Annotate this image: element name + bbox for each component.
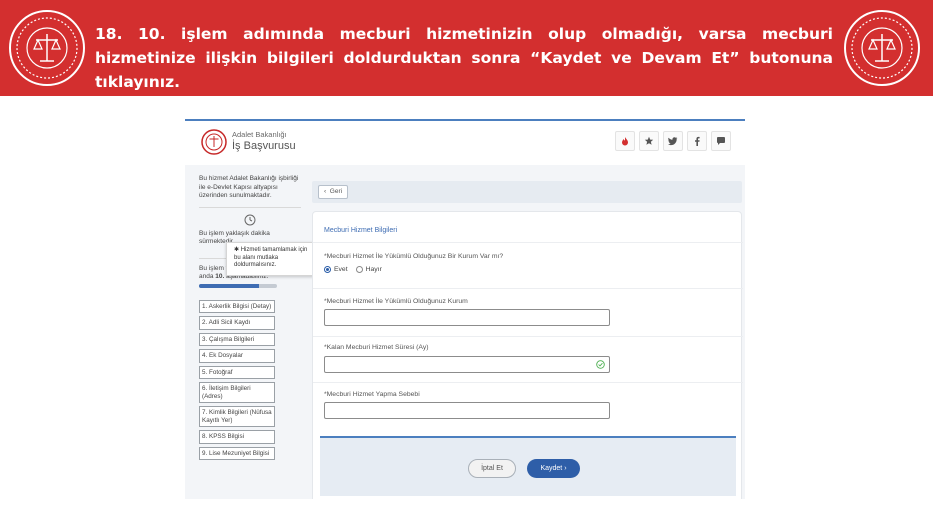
page-body: Bu hizmet Adalet Bakanlığı işbirliği ile… [185, 165, 745, 499]
instruction-text: 18. 10. işlem adımında mecburi hizmetini… [95, 25, 833, 91]
mandatory-service-form: Mecburi Hizmet Bilgileri *Mecburi Hizmet… [312, 211, 743, 499]
divider [313, 336, 743, 337]
brand-service-name[interactable]: İş Başvurusu [232, 140, 296, 152]
sidebar: Bu hizmet Adalet Bakanlığı işbirliği ile… [199, 175, 301, 463]
sidebar-step-item[interactable]: 4. Ek Dosyalar [199, 349, 275, 363]
radio-yes-dot[interactable] [324, 266, 331, 273]
facebook-icon[interactable] [687, 131, 707, 151]
obligation-radio-group: Evet Hayır [324, 266, 382, 273]
site-header: Adalet Bakanlığı İş Başvurusu [185, 121, 745, 165]
cancel-button[interactable]: İptal Et [468, 459, 516, 478]
required-field-tooltip: ✱ Hizmeti tamamlamak için bu alanı mutla… [226, 242, 314, 276]
chat-icon[interactable] [711, 131, 731, 151]
institution-label: *Mecburi Hizmet İle Yükümlü Olduğunuz Ku… [324, 298, 468, 305]
divider [313, 242, 743, 243]
divider [313, 288, 743, 289]
reason-field[interactable] [324, 402, 610, 419]
ministry-seal-icon [844, 10, 920, 86]
radio-no[interactable]: Hayır [355, 266, 382, 273]
service-info-text: Bu hizmet Adalet Bakanlığı işbirliği ile… [199, 175, 299, 199]
reason-label: *Mecburi Hizmet Yapma Sebebi [324, 391, 420, 398]
header-actions [615, 131, 731, 151]
sidebar-step-item[interactable]: 3. Çalışma Bilgileri [199, 332, 275, 346]
clock-icon [244, 214, 256, 225]
check-circle-icon [596, 360, 605, 369]
brand-ministry-name: Adalet Bakanlığı [232, 130, 287, 139]
twitter-icon[interactable] [663, 131, 683, 151]
back-button-label: Geri [329, 188, 343, 195]
ministry-logo-icon[interactable] [201, 129, 227, 155]
ministry-seal-icon [9, 10, 85, 86]
navigation-bar: ‹ Geri [312, 181, 742, 203]
radio-no-label: Hayır [365, 266, 382, 273]
sidebar-step-item[interactable]: 6. İletişim Bilgileri (Adres) [199, 382, 275, 403]
fire-icon[interactable] [615, 131, 635, 151]
radio-yes[interactable]: Evet [324, 266, 348, 273]
sidebar-step-item[interactable]: 5. Fotoğraf [199, 365, 275, 379]
sidebar-step-item[interactable]: 2. Adli Sicil Kaydı [199, 316, 275, 330]
progress-bar-fill [199, 283, 260, 288]
remaining-duration-label: *Kalan Mecburi Hizmet Süresi (Ay) [324, 344, 429, 351]
instruction-banner: 18. 10. işlem adımında mecburi hizmetini… [0, 0, 933, 96]
remaining-duration-field[interactable] [324, 356, 610, 373]
radio-yes-label: Evet [334, 266, 348, 273]
progress-bar [199, 283, 277, 288]
star-icon[interactable] [639, 131, 659, 151]
institution-field[interactable] [324, 309, 610, 326]
save-button[interactable]: Kaydet › [527, 459, 580, 478]
sidebar-step-item[interactable]: 8. KPSS Bilgisi [199, 430, 275, 444]
save-button-label: Kaydet [540, 465, 563, 472]
divider [313, 382, 743, 383]
divider [199, 206, 301, 208]
sidebar-step-item[interactable]: 7. Kimlik Bilgileri (Nüfusa Kayıtlı Yer) [199, 406, 275, 427]
radio-no-dot[interactable] [355, 266, 363, 273]
application-screenshot: Adalet Bakanlığı İş Başvurusu Bu hizmet … [185, 119, 745, 499]
sidebar-step-item[interactable]: 1. Askerlik Bilgisi (Detay) [199, 299, 275, 313]
back-button[interactable]: ‹ Geri [318, 185, 349, 199]
question-has-obligation-label: *Mecburi Hizmet İle Yükümlü Olduğunuz Bi… [324, 253, 504, 260]
progress-current: 10. [215, 272, 225, 280]
step-list: 1. Askerlik Bilgisi (Detay) 2. Adli Sicil… [199, 299, 301, 460]
sidebar-step-item[interactable]: 9. Lise Mezuniyet Bilgisi [199, 446, 275, 460]
section-title: Mecburi Hizmet Bilgileri [324, 227, 398, 234]
form-actions: İptal Et Kaydet › [320, 436, 736, 496]
